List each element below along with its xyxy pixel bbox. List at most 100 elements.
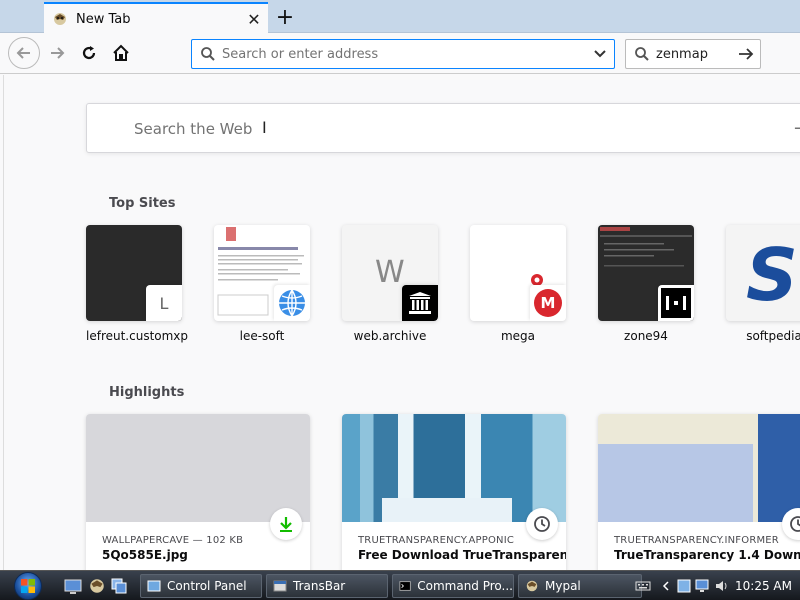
network-icon[interactable] bbox=[695, 579, 711, 593]
forward-button[interactable] bbox=[42, 38, 72, 68]
top-sites-heading: Top Sites bbox=[109, 196, 176, 211]
image-detail bbox=[382, 498, 512, 522]
chevron-down-icon bbox=[594, 50, 606, 58]
reload-button[interactable] bbox=[74, 38, 104, 68]
image-detail bbox=[758, 414, 800, 522]
search-bar-value[interactable]: zenmap bbox=[656, 47, 732, 62]
highlight-source: TRUETRANSPARENCY.APPONIC bbox=[358, 535, 515, 546]
address-bar[interactable] bbox=[191, 39, 615, 69]
web-search-box[interactable]: Search the Web I → bbox=[86, 103, 800, 153]
highlight-image bbox=[598, 414, 800, 522]
image-detail bbox=[598, 444, 753, 522]
windows-logo-icon bbox=[14, 572, 42, 600]
site-label: mega bbox=[500, 329, 536, 343]
clock-icon bbox=[534, 516, 550, 532]
site-label: lefreut.customxp bbox=[86, 329, 189, 343]
globe-icon bbox=[279, 289, 305, 317]
navigation-toolbar: zenmap bbox=[0, 34, 800, 74]
highlight-card[interactable]: TRUETRANSPARENCY.APPONIC Free Download T… bbox=[342, 414, 566, 570]
softpedia-logo-icon: S bbox=[746, 233, 798, 317]
new-tab-page: Search the Web I → Top Sites L lefreut.c… bbox=[3, 75, 800, 570]
search-go-button[interactable] bbox=[732, 47, 760, 61]
site-mega-badge: M bbox=[530, 285, 566, 321]
search-icon bbox=[201, 47, 215, 61]
site-thumbnail: M bbox=[470, 225, 566, 321]
text-cursor-icon: I bbox=[262, 118, 267, 137]
taskbar-item-mypal[interactable]: Mypal bbox=[518, 574, 642, 598]
taskbar-item-label: TransBar bbox=[293, 579, 346, 593]
mega-logo-icon: M bbox=[534, 289, 562, 317]
address-dropdown-button[interactable] bbox=[586, 49, 614, 59]
site-thumbnail bbox=[214, 225, 310, 321]
site-letter: L bbox=[159, 293, 169, 313]
site-label: web.archive bbox=[353, 329, 427, 343]
home-icon bbox=[113, 44, 129, 61]
switch-windows-icon[interactable] bbox=[110, 577, 128, 595]
command-prompt-icon bbox=[399, 581, 411, 591]
top-site-tile[interactable]: S softpedia bbox=[726, 225, 800, 343]
taskbar: Control Panel TransBar Command Pro... My… bbox=[0, 570, 800, 600]
system-tray: 10:25 AM bbox=[635, 571, 800, 600]
top-site-tile[interactable]: M mega bbox=[470, 225, 566, 343]
arrow-right-icon bbox=[51, 47, 65, 59]
site-thumbnail bbox=[598, 225, 694, 321]
site-letter-badge: L bbox=[146, 285, 182, 321]
site-thumbnail: W bbox=[342, 225, 438, 321]
highlight-image bbox=[342, 414, 566, 522]
reload-icon bbox=[82, 46, 96, 60]
download-badge bbox=[270, 508, 302, 540]
highlight-card[interactable]: WALLPAPERCAVE — 102 KB 5Qo585E.jpg bbox=[86, 414, 310, 570]
tab-new-tab[interactable]: New Tab ✕ bbox=[44, 2, 268, 34]
highlight-source: WALLPAPERCAVE — 102 KB bbox=[102, 535, 244, 546]
search-icon bbox=[635, 47, 649, 61]
history-badge bbox=[782, 508, 800, 540]
taskbar-item-label: Mypal bbox=[545, 579, 581, 593]
tab-title: New Tab bbox=[76, 11, 131, 27]
mypal-favicon-icon bbox=[54, 13, 66, 25]
show-desktop-icon[interactable] bbox=[64, 577, 82, 595]
clock-icon bbox=[790, 516, 800, 532]
new-tab-button[interactable]: + bbox=[272, 4, 298, 30]
highlight-title: Free Download TrueTransparency bbox=[358, 548, 566, 562]
mypal-quicklaunch-icon[interactable] bbox=[88, 577, 106, 595]
top-site-tile[interactable]: L lefreut.customxp bbox=[86, 225, 189, 343]
highlight-image bbox=[86, 414, 310, 522]
mypal-icon bbox=[526, 580, 538, 592]
control-panel-icon bbox=[147, 580, 161, 592]
highlights-heading: Highlights bbox=[109, 385, 185, 400]
web-search-placeholder: Search the Web bbox=[134, 120, 253, 138]
address-input[interactable] bbox=[222, 46, 586, 62]
back-button[interactable] bbox=[8, 37, 40, 69]
archive-building-icon bbox=[409, 292, 431, 314]
highlight-source: TRUETRANSPARENCY.INFORMER bbox=[614, 535, 779, 546]
taskbar-item-transbar[interactable]: TransBar bbox=[266, 574, 388, 598]
clock[interactable]: 10:25 AM bbox=[735, 579, 792, 593]
search-bar[interactable]: zenmap bbox=[625, 39, 761, 69]
taskbar-item-command-prompt[interactable]: Command Pro... bbox=[392, 574, 514, 598]
highlight-title: 5Qo585E.jpg bbox=[102, 548, 188, 562]
start-button[interactable] bbox=[6, 571, 50, 600]
history-badge bbox=[526, 508, 558, 540]
site-globe-badge bbox=[274, 285, 310, 321]
taskbar-item-label: Control Panel bbox=[167, 579, 247, 593]
keyboard-icon[interactable] bbox=[635, 580, 651, 592]
highlight-card[interactable]: TRUETRANSPARENCY.INFORMER TrueTransparen… bbox=[598, 414, 800, 570]
site-zone94-badge bbox=[658, 285, 694, 321]
arrow-right-icon bbox=[739, 48, 754, 60]
site-label: zone94 bbox=[624, 329, 668, 343]
download-icon bbox=[280, 517, 292, 532]
site-archive-badge bbox=[402, 285, 438, 321]
taskbar-item-control-panel[interactable]: Control Panel bbox=[140, 574, 262, 598]
close-tab-icon[interactable]: ✕ bbox=[244, 9, 264, 29]
home-button[interactable] bbox=[106, 38, 136, 68]
web-search-submit-icon[interactable]: → bbox=[794, 118, 800, 139]
top-site-tile[interactable]: zone94 bbox=[598, 225, 694, 343]
site-letter: W bbox=[375, 255, 405, 290]
tray-app-icon[interactable] bbox=[677, 579, 691, 593]
pong-icon bbox=[661, 288, 691, 318]
tab-strip: New Tab ✕ + bbox=[0, 0, 800, 34]
chevron-left-icon[interactable] bbox=[661, 580, 671, 592]
top-site-tile[interactable]: W web.archive bbox=[342, 225, 438, 343]
top-site-tile[interactable]: lee-soft bbox=[214, 225, 310, 343]
volume-icon[interactable] bbox=[715, 579, 729, 593]
